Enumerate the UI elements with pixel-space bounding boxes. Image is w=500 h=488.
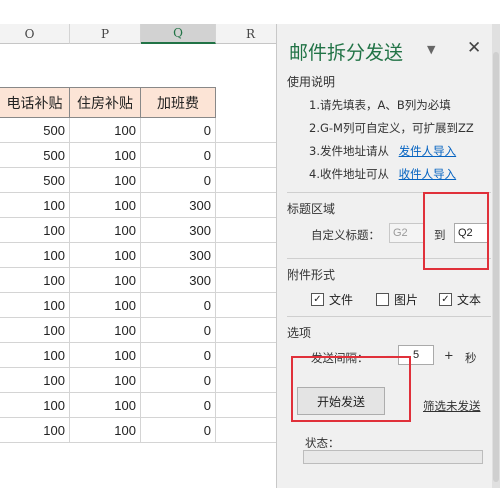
- empty-cell[interactable]: [216, 293, 276, 318]
- empty-cell[interactable]: [216, 243, 276, 268]
- data-cell[interactable]: 500: [0, 168, 70, 193]
- data-cell[interactable]: 100: [70, 218, 141, 243]
- data-cell[interactable]: 100: [0, 318, 70, 343]
- empty-cell[interactable]: [216, 343, 276, 368]
- custom-title-label: 自定义标题：: [311, 228, 380, 242]
- usage-group-label: 使用说明: [287, 75, 336, 89]
- attachment-group-label: 附件形式: [287, 268, 336, 282]
- data-cell[interactable]: 0: [141, 393, 216, 418]
- data-cell[interactable]: 100: [0, 343, 70, 368]
- highlight-box-start-button: [291, 356, 411, 422]
- file-checkbox-label: 文件: [329, 293, 354, 307]
- options-group-label: 选项: [287, 326, 312, 340]
- data-cell[interactable]: 100: [70, 293, 141, 318]
- data-cell[interactable]: 300: [141, 268, 216, 293]
- data-cell[interactable]: 0: [141, 318, 216, 343]
- empty-cell[interactable]: [216, 193, 276, 218]
- interval-unit-label: 秒: [465, 351, 477, 365]
- column-header-q[interactable]: Q: [141, 24, 216, 44]
- data-cell[interactable]: 500: [0, 143, 70, 168]
- usage-line-4-text: 4.收件地址可从: [309, 167, 389, 181]
- pane-close-icon[interactable]: ✕: [467, 38, 481, 58]
- data-cell[interactable]: 100: [70, 393, 141, 418]
- attachment-option-file[interactable]: ✓ 文件: [311, 291, 353, 308]
- empty-cell[interactable]: [216, 218, 276, 243]
- data-cell[interactable]: 100: [0, 293, 70, 318]
- task-pane: 邮件拆分发送 ▼ ✕ 使用说明 1.请先填表，A、B列为必填 2.G-M列可自定…: [276, 24, 500, 488]
- header-cell-phone[interactable]: 电话补贴: [0, 87, 70, 118]
- data-cell[interactable]: 100: [0, 393, 70, 418]
- data-cell[interactable]: 100: [0, 268, 70, 293]
- usage-line-4: 4.收件地址可从 收件人导入: [309, 166, 456, 182]
- data-cell[interactable]: 100: [70, 368, 141, 393]
- empty-cell[interactable]: [216, 318, 276, 343]
- image-checkbox[interactable]: [376, 293, 389, 306]
- empty-cell[interactable]: [216, 418, 276, 443]
- column-header-r[interactable]: R: [216, 24, 276, 44]
- empty-cell[interactable]: [216, 118, 276, 143]
- status-label: 状态：: [305, 436, 340, 450]
- header-cell-overtime[interactable]: 加班费: [141, 87, 216, 118]
- attachment-option-image[interactable]: 图片: [376, 291, 418, 308]
- pane-title: 邮件拆分发送: [289, 42, 404, 64]
- usage-line-3: 3.发件地址请从 发件人导入: [309, 143, 456, 159]
- data-cell[interactable]: 100: [70, 268, 141, 293]
- empty-cell[interactable]: [216, 168, 276, 193]
- image-checkbox-label: 图片: [394, 293, 419, 307]
- usage-line-3-text: 3.发件地址请从: [309, 144, 389, 158]
- highlight-box-title-to: [423, 192, 489, 270]
- file-checkbox[interactable]: ✓: [311, 293, 324, 306]
- data-cell[interactable]: 100: [70, 168, 141, 193]
- empty-cell[interactable]: [216, 393, 276, 418]
- data-cell[interactable]: 300: [141, 193, 216, 218]
- header-cell-housing[interactable]: 住房补贴: [70, 87, 141, 118]
- usage-line-2: 2.G-M列可自定义，可扩展到ZZ: [309, 121, 474, 135]
- data-cell[interactable]: 100: [70, 318, 141, 343]
- data-cell[interactable]: 0: [141, 168, 216, 193]
- import-sender-link[interactable]: 发件人导入: [399, 144, 457, 158]
- data-cell[interactable]: 100: [70, 118, 141, 143]
- text-checkbox-label: 文本: [457, 293, 482, 307]
- data-cell[interactable]: 100: [70, 418, 141, 443]
- data-cell[interactable]: 100: [70, 143, 141, 168]
- status-progress-bar: [303, 450, 483, 464]
- data-cell[interactable]: 0: [141, 368, 216, 393]
- data-cell[interactable]: 100: [0, 218, 70, 243]
- text-checkbox[interactable]: ✓: [439, 293, 452, 306]
- data-cell[interactable]: 100: [0, 368, 70, 393]
- data-cell[interactable]: 0: [141, 418, 216, 443]
- data-cell[interactable]: 100: [0, 243, 70, 268]
- empty-cell[interactable]: [216, 268, 276, 293]
- data-cell[interactable]: 0: [141, 118, 216, 143]
- data-cell[interactable]: 300: [141, 243, 216, 268]
- data-cell[interactable]: 100: [0, 418, 70, 443]
- data-cell[interactable]: 0: [141, 293, 216, 318]
- data-cell[interactable]: 100: [70, 193, 141, 218]
- data-cell[interactable]: 100: [70, 243, 141, 268]
- import-recipient-link[interactable]: 收件人导入: [399, 167, 457, 181]
- column-header-o[interactable]: O: [0, 24, 70, 44]
- pane-scrollbar-thumb[interactable]: [493, 52, 499, 482]
- divider-3: [287, 316, 491, 317]
- data-cell[interactable]: 0: [141, 343, 216, 368]
- column-header-p[interactable]: P: [70, 24, 141, 44]
- title-from-input[interactable]: G2: [389, 223, 425, 243]
- interval-plus-button[interactable]: +: [444, 348, 454, 362]
- data-cell[interactable]: 0: [141, 143, 216, 168]
- title-area-group-label: 标题区域: [287, 202, 336, 216]
- data-cell[interactable]: 500: [0, 118, 70, 143]
- data-cell[interactable]: 100: [70, 343, 141, 368]
- empty-cell[interactable]: [216, 368, 276, 393]
- spreadsheet: O P Q R 电话补贴 住房补贴 加班费 500 100 0 500 100 0 500 1…: [0, 0, 276, 488]
- data-cell[interactable]: 100: [0, 193, 70, 218]
- empty-cell[interactable]: [216, 143, 276, 168]
- sheet-top-band: [0, 0, 276, 25]
- pane-menu-caret-icon[interactable]: ▼: [427, 43, 435, 56]
- usage-line-1: 1.请先填表，A、B列为必填: [309, 98, 451, 112]
- filter-unsent-link[interactable]: 筛选未发送: [423, 398, 481, 414]
- data-cell[interactable]: 300: [141, 218, 216, 243]
- attachment-option-text[interactable]: ✓ 文本: [439, 291, 481, 308]
